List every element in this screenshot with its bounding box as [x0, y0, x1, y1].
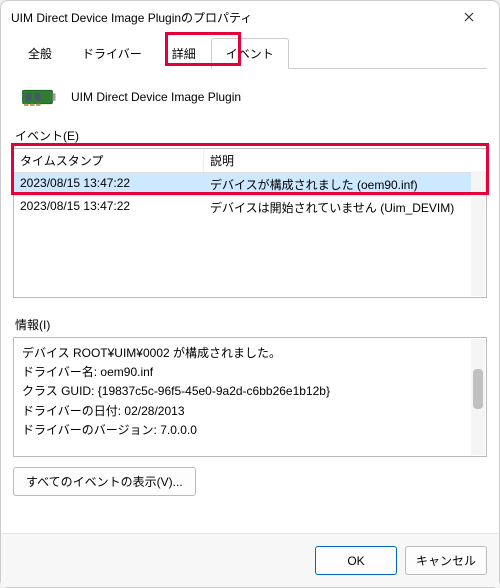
tab-events[interactable]: イベント [211, 38, 289, 69]
content-area: 全般 ドライバー 詳細 イベント UIM Direct Device Image… [1, 33, 499, 533]
tab-driver[interactable]: ドライバー [67, 38, 157, 69]
info-line: クラス GUID: {19837c5c-96f5-45e0-9a2d-c6bb2… [22, 382, 478, 401]
close-button[interactable] [449, 3, 489, 31]
close-icon [464, 12, 474, 22]
window-title: UIM Direct Device Image Pluginのプロパティ [11, 9, 449, 26]
events-scrollbar[interactable] [471, 171, 485, 296]
tab-general[interactable]: 全般 [13, 38, 67, 69]
event-row[interactable]: 2023/08/15 13:47:22 デバイスは開始されていません (Uim_… [14, 196, 486, 219]
events-listview[interactable]: タイムスタンプ 説明 2023/08/15 13:47:22 デバイスが構成され… [13, 148, 487, 298]
event-row[interactable]: 2023/08/15 13:47:22 デバイスが構成されました (oem90.… [14, 173, 486, 196]
event-description: デバイスは開始されていません (Uim_DEVIM) [204, 196, 486, 219]
view-all-events-button[interactable]: すべてのイベントの表示(V)... [13, 467, 196, 496]
ok-button[interactable]: OK [315, 546, 397, 575]
events-label: イベント(E) [13, 127, 487, 148]
dialog-footer: OK キャンセル [1, 533, 499, 587]
info-line: ドライバー名: oem90.inf [22, 363, 478, 382]
event-description: デバイスが構成されました (oem90.inf) [204, 173, 486, 196]
event-timestamp: 2023/08/15 13:47:22 [14, 196, 204, 219]
tab-details[interactable]: 詳細 [157, 38, 211, 69]
device-card-icon [21, 85, 57, 109]
device-header: UIM Direct Device Image Plugin [13, 69, 487, 127]
events-header: タイムスタンプ 説明 [14, 149, 486, 173]
tab-strip: 全般 ドライバー 詳細 イベント [13, 37, 487, 69]
event-timestamp: 2023/08/15 13:47:22 [14, 173, 204, 196]
cancel-button[interactable]: キャンセル [405, 546, 487, 575]
titlebar: UIM Direct Device Image Pluginのプロパティ [1, 1, 499, 33]
info-line: ドライバーの日付: 02/28/2013 [22, 402, 478, 421]
info-textarea[interactable]: デバイス ROOT¥UIM¥0002 が構成されました。 ドライバー名: oem… [13, 337, 487, 457]
info-label: 情報(I) [13, 316, 487, 337]
events-body: 2023/08/15 13:47:22 デバイスが構成されました (oem90.… [14, 173, 486, 297]
info-line: デバイス ROOT¥UIM¥0002 が構成されました。 [22, 344, 478, 363]
info-line: ドライバーのバージョン: 7.0.0.0 [22, 421, 478, 440]
properties-dialog: UIM Direct Device Image Pluginのプロパティ 全般 … [0, 0, 500, 588]
device-name: UIM Direct Device Image Plugin [71, 90, 241, 104]
info-scrollbar[interactable] [471, 339, 485, 455]
column-description[interactable]: 説明 [204, 149, 486, 172]
column-timestamp[interactable]: タイムスタンプ [14, 149, 204, 172]
scrollbar-thumb[interactable] [473, 369, 483, 409]
